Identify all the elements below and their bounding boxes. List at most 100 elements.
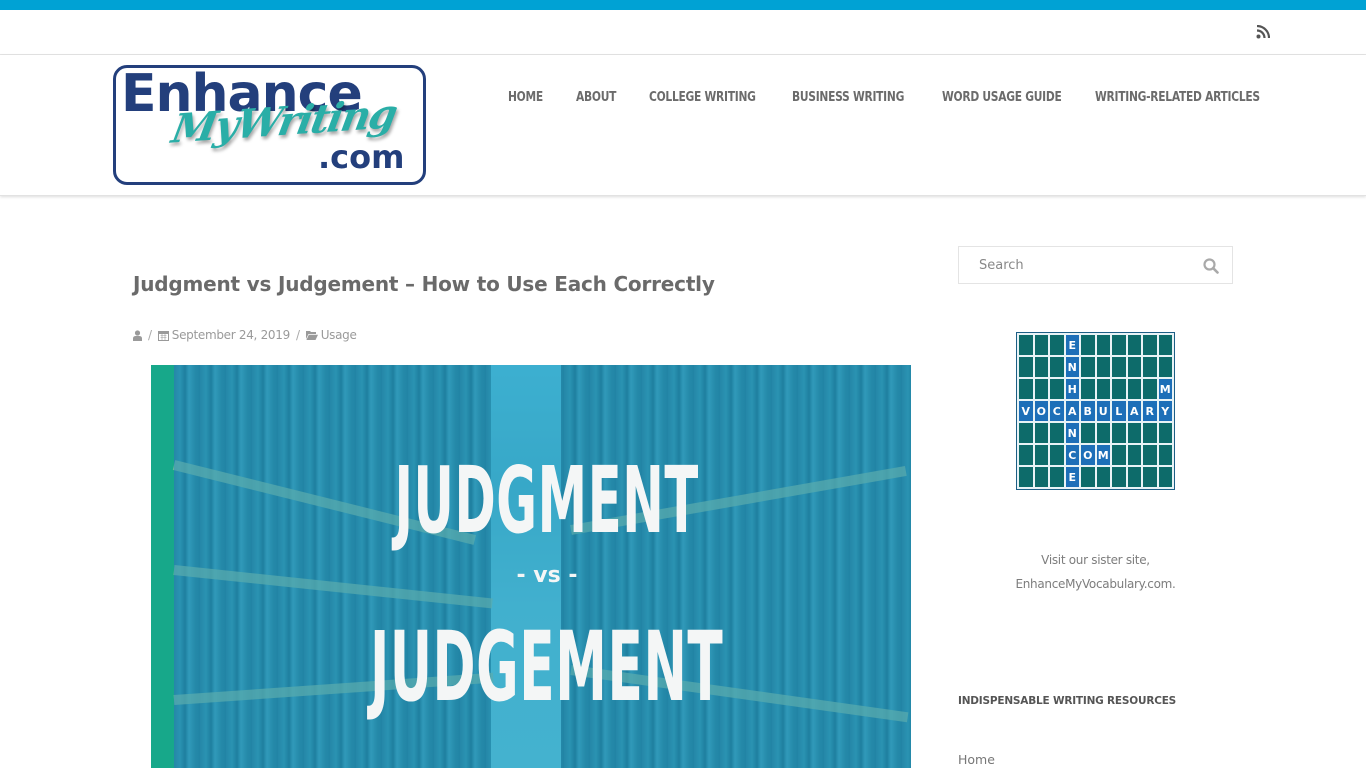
image-word-judgement: JUDGEMENT [369,611,724,723]
sister-site-link[interactable]: EnhanceMyVocabulary.com. [1015,577,1175,591]
resources-widget-title: INDISPENSABLE WRITING RESOURCES [958,695,1177,707]
vocab-letter-cell: B [1081,401,1095,421]
nav-about[interactable]: ABOUT [576,89,616,105]
vocab-empty-cell [1143,335,1157,355]
top-bar [0,10,1366,55]
vocab-empty-cell [1127,379,1141,399]
resources-link-home[interactable]: Home [958,752,995,767]
nav-college-writing[interactable]: COLLEGE WRITING [649,89,756,105]
vocab-empty-cell [1112,335,1126,355]
vocab-empty-cell [1143,467,1157,487]
image-word-vs: - vs - [516,563,578,588]
vocab-letter-cell: M [1158,379,1172,399]
nav-word-usage-guide[interactable]: WORD USAGE GUIDE [942,89,1062,105]
vocab-empty-cell [1127,335,1141,355]
vocab-empty-cell [1112,423,1126,443]
nav-business-writing[interactable]: BUSINESS WRITING [792,89,904,105]
nav-writing-related-articles[interactable]: WRITING-RELATED ARTICLES [1095,89,1260,105]
vocab-empty-cell [1019,335,1033,355]
vocab-empty-cell [1096,467,1110,487]
vocab-letter-cell: M [1096,445,1110,465]
vocab-letter-cell: V [1019,401,1033,421]
user-icon [133,329,142,341]
vocab-empty-cell [1143,357,1157,377]
vocab-letter-cell: C [1050,401,1064,421]
vocab-letter-cell: L [1112,401,1126,421]
vocab-empty-cell [1019,445,1033,465]
vocab-empty-cell [1019,379,1033,399]
vocab-empty-cell [1050,357,1064,377]
vocab-letter-cell: C [1065,445,1079,465]
vocab-empty-cell [1034,335,1048,355]
enhance-my-vocabulary-banner[interactable]: ENHMVOCABULARYNCOME [1016,332,1175,490]
vocab-empty-cell [1050,445,1064,465]
vocab-empty-cell [1127,423,1141,443]
rss-feed-link[interactable] [1256,24,1271,39]
vocab-empty-cell [1019,423,1033,443]
vocab-empty-cell [1096,357,1110,377]
vocab-empty-cell [1143,379,1157,399]
vocab-empty-cell [1019,467,1033,487]
vocab-empty-cell [1158,357,1172,377]
sidebar-search [958,246,1233,284]
vocab-letter-cell: E [1065,467,1079,487]
vocab-empty-cell [1019,357,1033,377]
vocab-letter-cell: E [1065,335,1079,355]
vocab-empty-cell [1112,445,1126,465]
post-meta: / September 24, 2019 / Usage [133,327,357,343]
vocab-empty-cell [1081,357,1095,377]
author-link[interactable] [133,329,142,341]
search-input[interactable] [959,247,1189,283]
vocab-letter-cell: H [1065,379,1079,399]
vocab-letter-cell: R [1143,401,1157,421]
vocab-letter-cell: A [1127,401,1141,421]
vocab-letter-cell: N [1065,423,1079,443]
vocab-empty-cell [1081,379,1095,399]
vocab-empty-cell [1096,379,1110,399]
vocab-empty-cell [1096,335,1110,355]
rss-icon [1256,24,1271,39]
vocab-empty-cell [1050,467,1064,487]
vocab-empty-cell [1127,467,1141,487]
vocab-letter-cell: O [1081,445,1095,465]
vocab-empty-cell [1158,423,1172,443]
vocab-empty-cell [1127,357,1141,377]
vocab-empty-cell [1127,445,1141,465]
vocab-letter-cell: Y [1158,401,1172,421]
top-accent-strip [0,0,1366,10]
vocab-empty-cell [1096,423,1110,443]
sister-site-intro: Visit our sister site, [1041,553,1150,567]
calendar-icon [157,330,169,341]
vocab-letter-cell: A [1065,401,1079,421]
vocab-empty-cell [1034,423,1048,443]
logo-text-com: .com [318,138,405,176]
vocab-letter-cell: N [1065,357,1079,377]
category-link[interactable]: Usage [321,328,357,342]
site-logo[interactable]: Enhance MyWriting .com [113,65,426,185]
sister-site-text: Visit our sister site, EnhanceMyVocabula… [958,548,1233,596]
vocab-empty-cell [1112,379,1126,399]
vocab-empty-cell [1050,379,1064,399]
vocab-empty-cell [1143,423,1157,443]
vocab-empty-cell [1158,445,1172,465]
search-button[interactable] [1203,258,1219,274]
featured-image[interactable]: JUDGMENT - vs - JUDGEMENT [151,365,911,768]
meta-separator: / [295,328,300,342]
vocab-empty-cell [1112,467,1126,487]
vocab-empty-cell [1143,445,1157,465]
vocab-empty-cell [1034,445,1048,465]
vocab-empty-cell [1081,335,1095,355]
vocab-empty-cell [1050,335,1064,355]
site-header: Enhance MyWriting .com [0,55,1366,196]
vocab-empty-cell [1158,335,1172,355]
post-date: September 24, 2019 [171,328,290,342]
main-navigation: HOME ABOUT COLLEGE WRITING BUSINESS WRIT… [0,89,1366,107]
meta-separator: / [148,328,152,342]
post-title: Judgment vs Judgement – How to Use Each … [133,272,715,296]
search-icon [1203,258,1219,274]
nav-home[interactable]: HOME [508,89,543,105]
vocab-empty-cell [1034,357,1048,377]
image-word-judgment: JUDGMENT [394,447,699,554]
vocab-empty-cell [1081,467,1095,487]
vocab-empty-cell [1112,357,1126,377]
